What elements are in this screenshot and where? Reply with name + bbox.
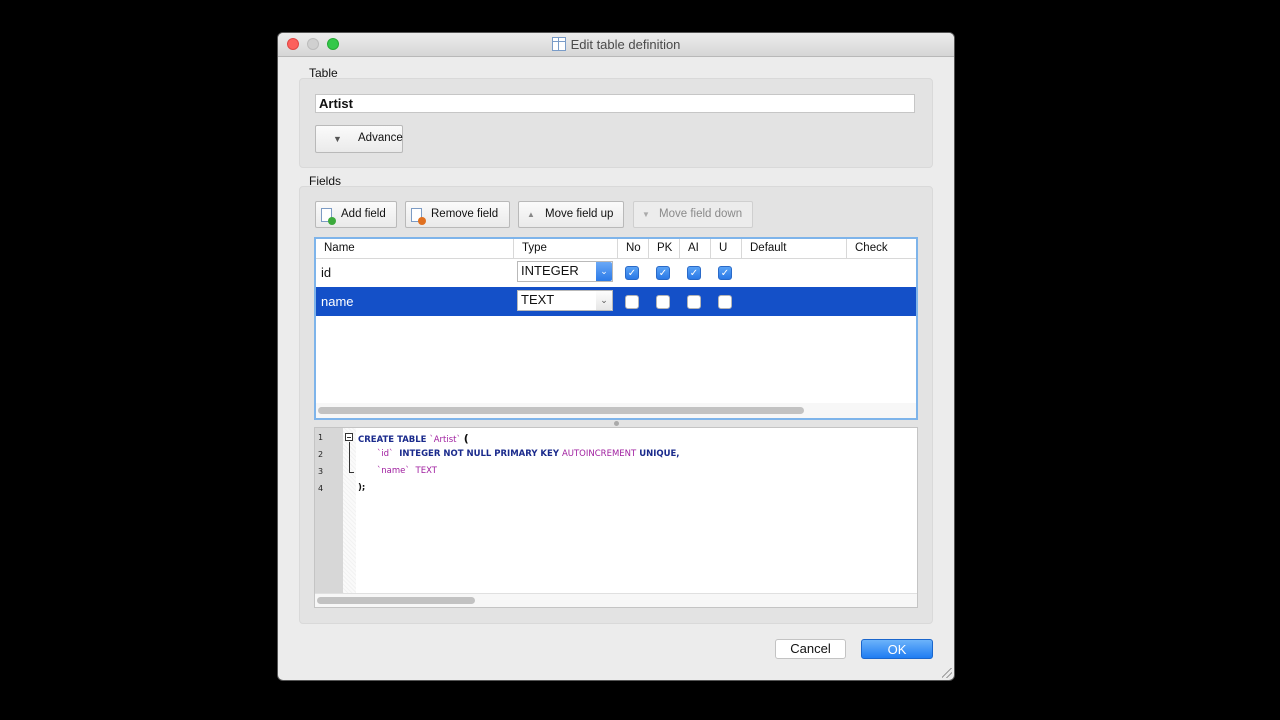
fields-table-header: Name Type No PK AI U Default Check <box>316 239 916 259</box>
table-icon <box>551 37 566 51</box>
table-horizontal-scrollbar[interactable] <box>318 407 804 414</box>
field-type-value: INTEGER <box>521 263 579 278</box>
unique-checkbox[interactable] <box>718 295 732 309</box>
add-field-button[interactable]: Add field <box>315 201 397 228</box>
advance-toggle-button[interactable]: ▼ Advance <box>315 125 403 153</box>
editor-horizontal-scrollbar[interactable] <box>317 597 475 604</box>
pk-checkbox[interactable] <box>656 295 670 309</box>
window-title-text: Edit table definition <box>570 37 681 52</box>
sql-line-3: `name` TEXT <box>377 466 437 476</box>
sql-identifier: `name` <box>377 466 410 476</box>
add-field-label: Add field <box>341 208 386 220</box>
sql-type: TEXT <box>415 466 437 476</box>
column-header-type[interactable]: Type <box>514 239 618 258</box>
move-field-up-button[interactable]: ▲ Move field up <box>518 201 624 228</box>
field-name-cell[interactable]: id <box>321 265 331 280</box>
remove-field-button[interactable]: Remove field <box>405 201 510 228</box>
column-header-unique[interactable]: U <box>711 239 742 258</box>
ai-checkbox[interactable]: ✓ <box>687 266 701 280</box>
remove-field-label: Remove field <box>431 208 499 220</box>
resize-grip-icon[interactable] <box>942 668 952 678</box>
sql-keyword-ai: AUTOINCREMENT <box>561 449 637 459</box>
sql-identifier: `Artist` <box>429 435 461 445</box>
table-row[interactable]: id INTEGER ⌄ ✓ ✓ ✓ ✓ <box>316 258 916 287</box>
sql-paren: ( <box>463 432 469 445</box>
triangle-down-icon: ▼ <box>642 210 650 219</box>
sql-line-4: ); <box>358 483 366 493</box>
table-name-input[interactable]: Artist <box>315 94 915 113</box>
ai-checkbox[interactable] <box>687 295 701 309</box>
column-header-default[interactable]: Default <box>742 239 847 258</box>
field-type-value: TEXT <box>521 292 555 307</box>
pk-checkbox[interactable]: ✓ <box>656 266 670 280</box>
move-field-down-label: Move field down <box>659 208 743 220</box>
add-field-icon <box>321 208 336 225</box>
field-type-select[interactable]: TEXT ⌄ <box>517 290 613 311</box>
column-header-ai[interactable]: AI <box>680 239 711 258</box>
line-number: 4 <box>318 484 324 493</box>
sql-keyword: UNIQUE, <box>639 449 680 459</box>
fold-line-end <box>349 472 354 473</box>
fold-line <box>349 442 350 472</box>
triangle-up-icon: ▲ <box>527 210 535 219</box>
ok-button[interactable]: OK <box>861 639 933 659</box>
window-title: Edit table definition <box>278 37 954 52</box>
table-row[interactable]: name TEXT ⌄ <box>316 287 916 316</box>
unique-checkbox[interactable]: ✓ <box>718 266 732 280</box>
column-header-not-null[interactable]: No <box>618 239 649 258</box>
triangle-down-icon: ▼ <box>333 134 342 144</box>
advance-label: Advance <box>358 132 403 144</box>
editor-scroll-track <box>315 593 917 607</box>
move-field-down-button[interactable]: ▼ Move field down <box>633 201 753 228</box>
sql-keyword: INTEGER NOT NULL PRIMARY KEY <box>399 449 559 459</box>
remove-field-icon <box>411 208 426 225</box>
line-number: 1 <box>318 433 324 442</box>
sql-identifier: `id` <box>377 449 394 459</box>
title-bar: Edit table definition <box>278 33 954 57</box>
column-header-check[interactable]: Check <box>847 239 916 258</box>
move-field-up-label: Move field up <box>545 208 614 220</box>
sql-keyword: CREATE TABLE <box>358 435 427 445</box>
line-number-gutter: 1 2 3 4 <box>315 428 343 593</box>
chevron-down-icon: ⌄ <box>596 262 612 281</box>
edit-table-dialog: Edit table definition Table Artist ▼ Adv… <box>278 33 954 680</box>
line-number: 2 <box>318 450 324 459</box>
fold-toggle-icon[interactable] <box>345 433 353 441</box>
field-name-cell[interactable]: name <box>321 294 354 309</box>
table-scroll-track <box>316 403 916 418</box>
chevron-down-icon: ⌄ <box>596 291 612 310</box>
line-number: 3 <box>318 467 324 476</box>
column-header-name[interactable]: Name <box>316 239 514 258</box>
sql-preview-editor[interactable]: 1 2 3 4 CREATE TABLE `Artist` ( `id` INT… <box>314 427 918 608</box>
fields-table: Name Type No PK AI U Default Check id IN… <box>314 237 918 420</box>
field-type-select[interactable]: INTEGER ⌄ <box>517 261 613 282</box>
not-null-checkbox[interactable]: ✓ <box>625 266 639 280</box>
splitter-handle[interactable] <box>614 421 619 426</box>
cancel-button[interactable]: Cancel <box>775 639 846 659</box>
sql-line-1: CREATE TABLE `Artist` ( <box>358 432 469 445</box>
column-header-pk[interactable]: PK <box>649 239 680 258</box>
not-null-checkbox[interactable] <box>625 295 639 309</box>
table-groupbox <box>299 78 933 168</box>
sql-line-2: `id` INTEGER NOT NULL PRIMARY KEY AUTOIN… <box>377 449 680 459</box>
